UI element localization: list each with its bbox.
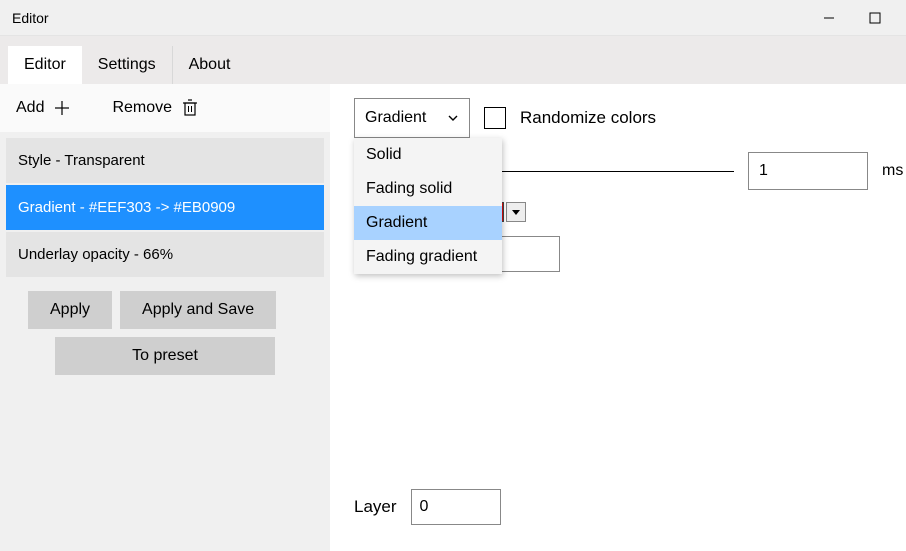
apply-save-button[interactable]: Apply and Save <box>120 291 276 329</box>
left-pane: Add Remove Style - Transparent Gradient … <box>0 84 330 551</box>
minimize-button[interactable] <box>806 0 852 36</box>
list-item[interactable]: Underlay opacity - 66% <box>6 232 324 277</box>
type-combo-value: Gradient <box>365 109 426 127</box>
add-button[interactable]: Add <box>10 92 78 124</box>
tab-editor[interactable]: Editor <box>8 46 82 84</box>
tabstrip: Editor Settings About <box>0 36 906 84</box>
caret-down-icon <box>512 208 520 216</box>
color-dropdown-button[interactable] <box>506 202 526 222</box>
remove-label: Remove <box>112 99 172 117</box>
randomize-checkbox[interactable] <box>484 107 506 129</box>
apply-button[interactable]: Apply <box>28 291 112 329</box>
chevron-down-icon <box>447 112 459 124</box>
maximize-icon <box>869 12 881 24</box>
minimize-icon <box>823 12 835 24</box>
properties-pane: Gradient Randomize colors Solid Fading s… <box>330 84 906 551</box>
list-item[interactable]: Style - Transparent <box>6 138 324 183</box>
duration-unit: ms <box>882 162 903 180</box>
content: Add Remove Style - Transparent Gradient … <box>0 84 906 551</box>
type-dropdown: Solid Fading solid Gradient Fading gradi… <box>354 138 502 274</box>
list-item[interactable]: Gradient - #EEF303 -> #EB0909 <box>6 185 324 230</box>
action-buttons: Apply Apply and Save <box>0 287 330 333</box>
add-label: Add <box>16 99 44 117</box>
to-preset-button[interactable]: To preset <box>55 337 275 375</box>
duration-input[interactable] <box>748 152 868 190</box>
tab-settings[interactable]: Settings <box>82 46 173 84</box>
type-option-fading-solid[interactable]: Fading solid <box>354 172 502 206</box>
trash-icon <box>180 98 200 118</box>
remove-button[interactable]: Remove <box>106 92 206 124</box>
type-combo[interactable]: Gradient <box>354 98 470 138</box>
type-option-gradient[interactable]: Gradient <box>354 206 502 240</box>
layer-toolbar: Add Remove <box>0 84 330 132</box>
maximize-button[interactable] <box>852 0 898 36</box>
tab-about[interactable]: About <box>173 46 247 84</box>
type-option-solid[interactable]: Solid <box>354 138 502 172</box>
layer-list: Style - Transparent Gradient - #EEF303 -… <box>0 132 330 287</box>
window-title: Editor <box>8 10 49 26</box>
plus-icon <box>52 98 72 118</box>
randomize-label: Randomize colors <box>520 108 656 128</box>
titlebar: Editor <box>0 0 906 36</box>
type-option-fading-gradient[interactable]: Fading gradient <box>354 240 502 274</box>
layer-label: Layer <box>354 497 397 517</box>
layer-input[interactable] <box>411 489 501 525</box>
